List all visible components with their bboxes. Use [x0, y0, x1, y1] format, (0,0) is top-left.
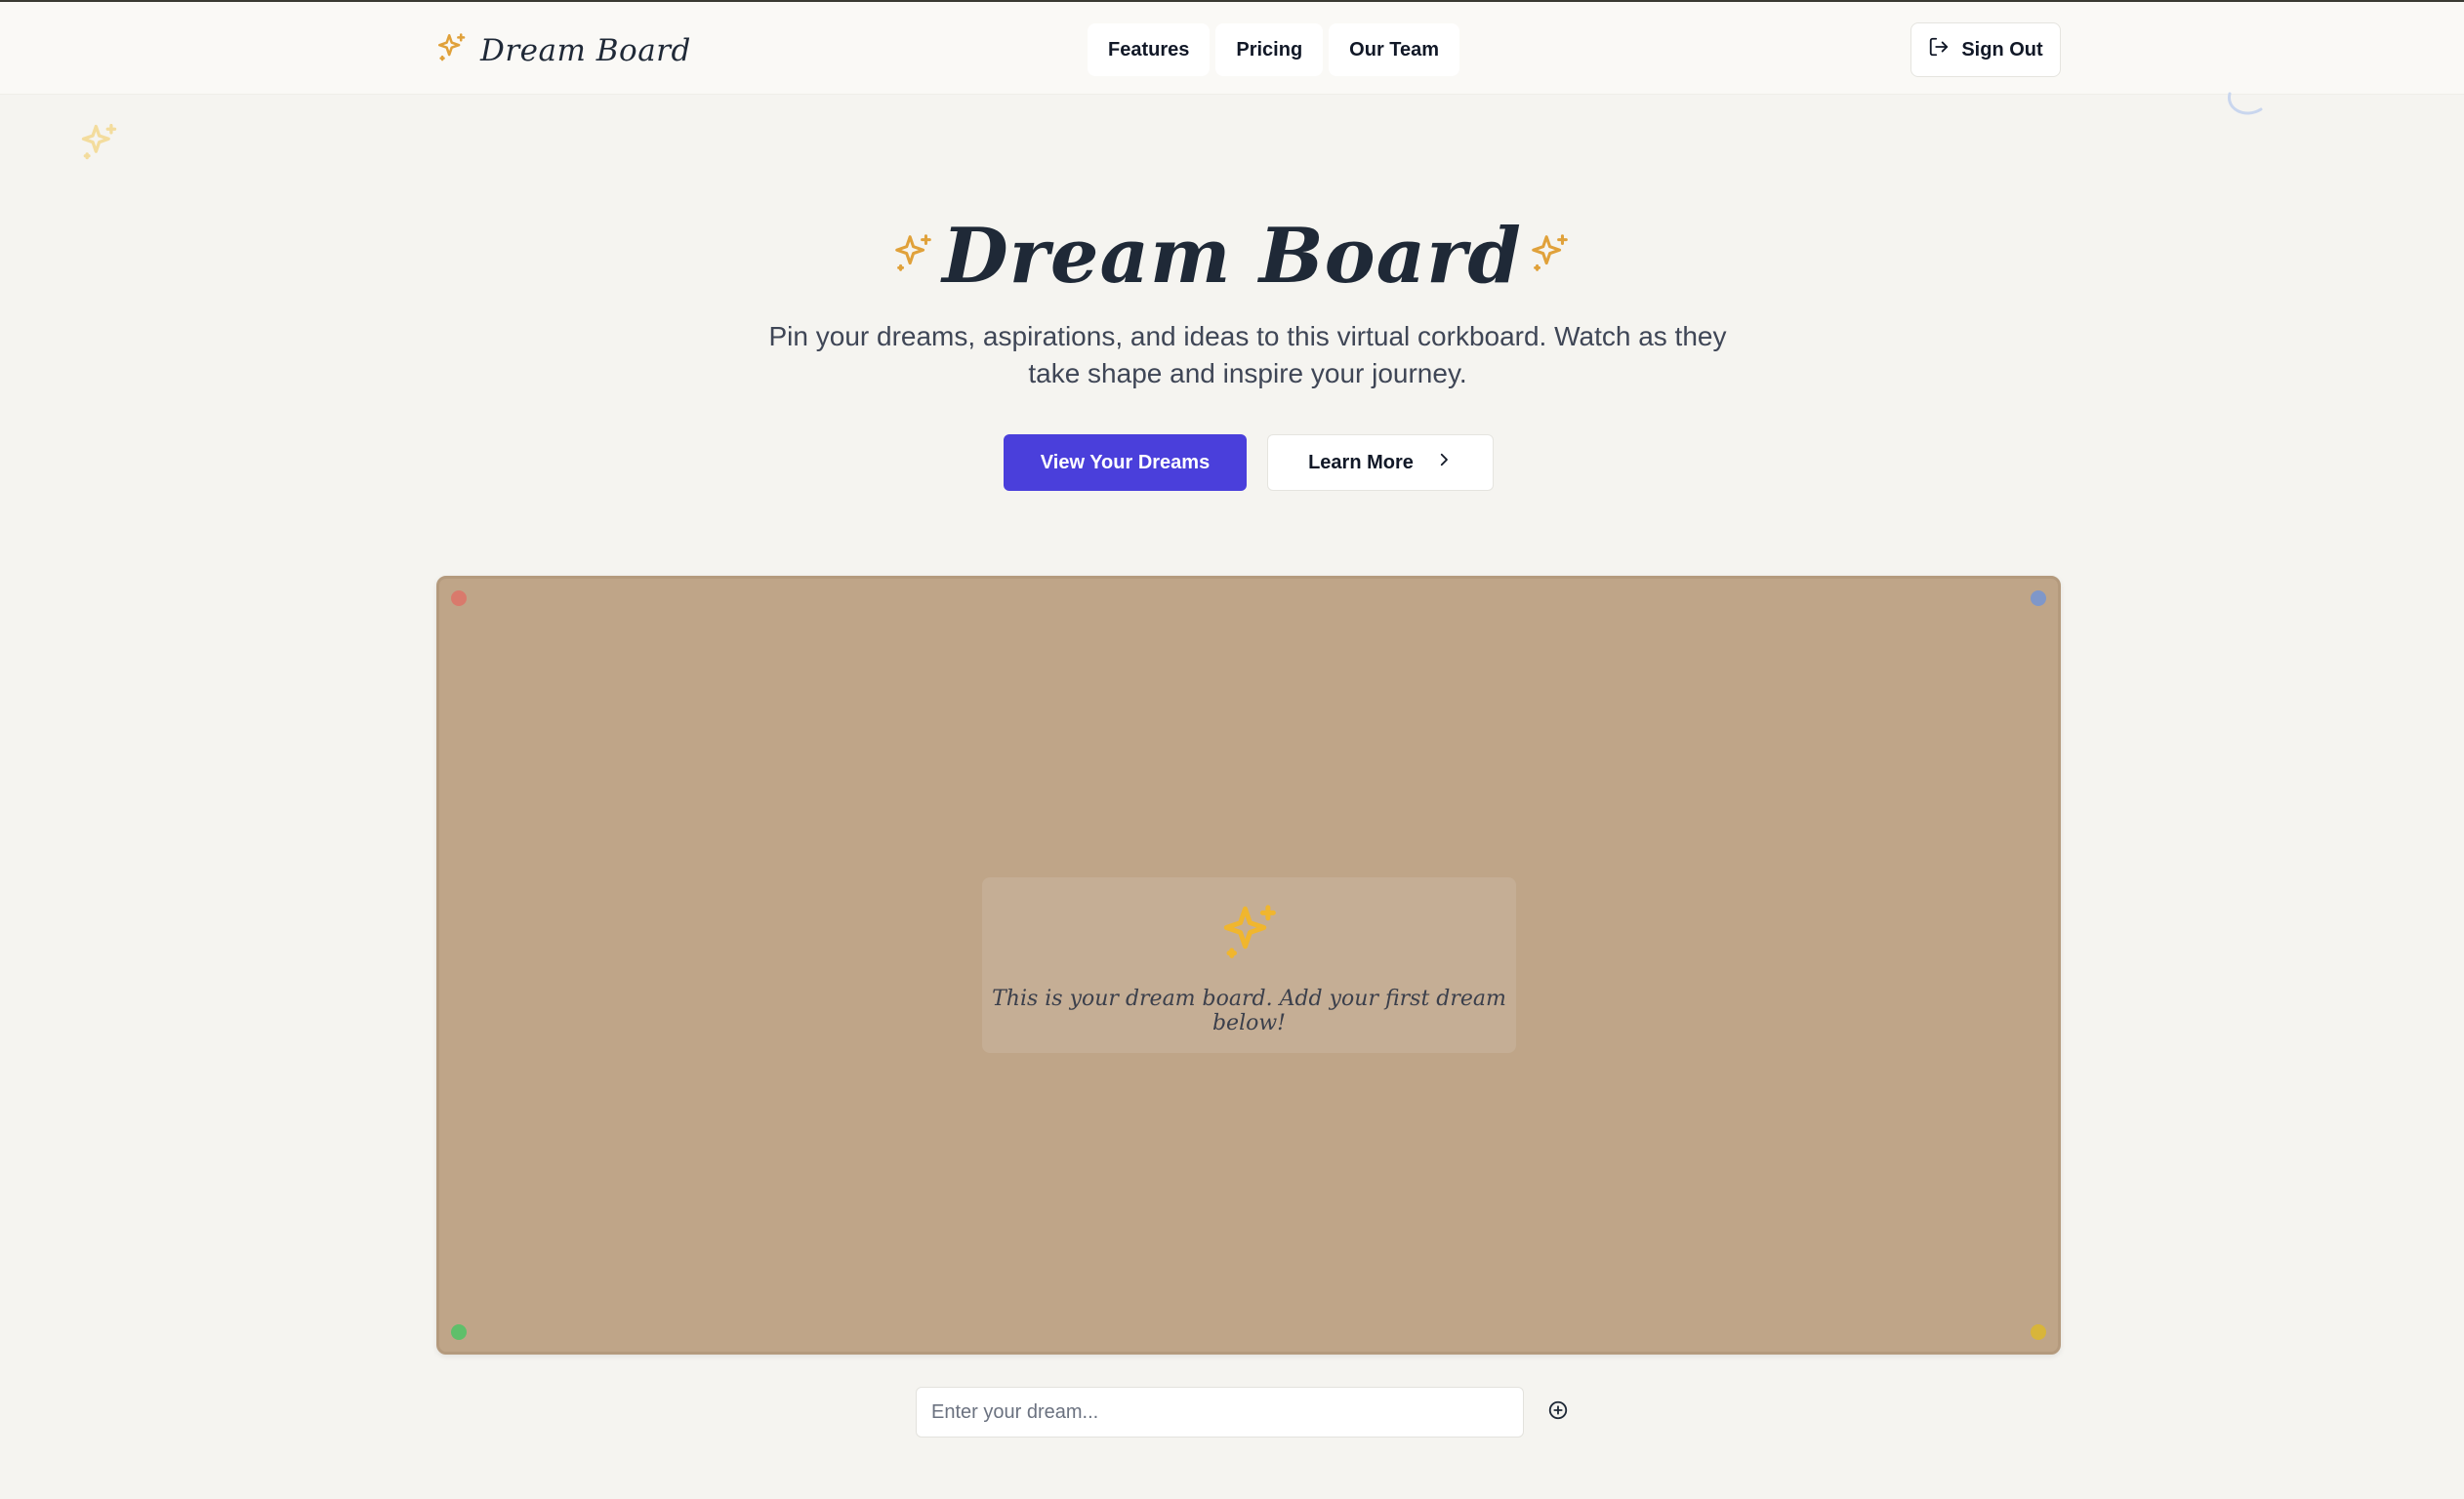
cork-board[interactable]: This is your dream board. Add your first…: [436, 576, 2061, 1355]
chevron-right-icon: [1435, 451, 1453, 474]
nav-pricing[interactable]: Pricing: [1215, 23, 1324, 76]
main-nav: Features Pricing Our Team: [1088, 23, 1460, 76]
brand-logo[interactable]: Dream Board: [435, 31, 691, 69]
learn-more-button[interactable]: Learn More: [1267, 434, 1494, 491]
empty-state-message: This is your dream board. Add your first…: [992, 987, 1506, 1035]
brand-name: Dream Board: [480, 32, 691, 68]
dream-input[interactable]: [916, 1387, 1524, 1438]
empty-state-card: This is your dream board. Add your first…: [982, 877, 1516, 1053]
page: Dream Board Features Pricing Our Team Si…: [0, 0, 2464, 1499]
sparkles-icon: [1528, 231, 1573, 281]
pin-top-left: [451, 590, 467, 606]
nav-our-team[interactable]: Our Team: [1329, 23, 1460, 76]
sparkles-icon: [435, 31, 469, 69]
nav-features[interactable]: Features: [1088, 23, 1211, 76]
pin-bottom-right: [2031, 1324, 2046, 1340]
hero-title: Dream Board: [942, 212, 1522, 301]
pin-top-right: [2031, 590, 2046, 606]
pin-bottom-left: [451, 1324, 467, 1340]
hero-subtitle: Pin your dreams, aspirations, and ideas …: [768, 321, 1727, 388]
sparkles-icon: [891, 231, 936, 281]
sign-out-button[interactable]: Sign Out: [1910, 22, 2061, 77]
plus-circle-icon: [1547, 1399, 1569, 1426]
decorative-moon-icon: [2220, 80, 2271, 125]
site-header: Dream Board Features Pricing Our Team Si…: [0, 2, 2464, 95]
sign-out-label: Sign Out: [1961, 38, 2043, 61]
view-dreams-button[interactable]: View Your Dreams: [1004, 434, 1247, 491]
hero-title-row: Dream Board: [0, 215, 2464, 299]
log-out-icon: [1928, 36, 1950, 63]
learn-more-label: Learn More: [1308, 451, 1414, 473]
add-dream-button[interactable]: [1545, 1399, 1571, 1425]
decorative-sparkle-icon: [78, 121, 121, 164]
